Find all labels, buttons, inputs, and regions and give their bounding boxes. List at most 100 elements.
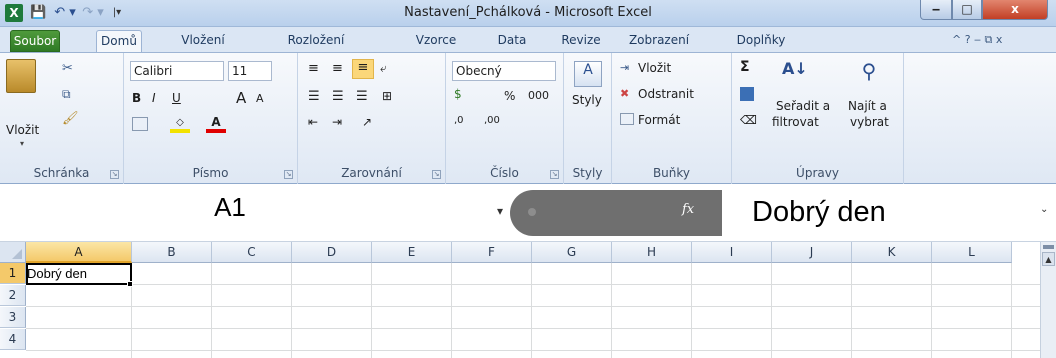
insert-function-icon[interactable]: fx xyxy=(682,202,694,217)
find-select-button-line2[interactable]: vybrat xyxy=(850,115,889,129)
orientation-icon[interactable]: ↗ xyxy=(362,115,372,129)
customize-toolbar-icon[interactable]: |▾ xyxy=(110,5,124,21)
row-header-4[interactable]: 4 xyxy=(0,329,26,350)
border-icon[interactable] xyxy=(132,117,148,131)
merge-center-icon[interactable]: ⊞ xyxy=(382,89,392,103)
copy-icon[interactable]: ⧉ xyxy=(62,87,71,102)
row-header-1[interactable]: 1 xyxy=(0,263,26,284)
save-icon[interactable]: 💾 xyxy=(30,5,46,21)
wrap-text-icon[interactable]: ⤶ xyxy=(380,61,387,76)
vertical-scrollbar[interactable]: ▲ xyxy=(1040,242,1056,358)
tab-file[interactable]: Soubor xyxy=(10,30,60,52)
find-select-button[interactable]: Najít a xyxy=(848,99,887,113)
name-box[interactable]: A1 ▾ xyxy=(0,184,515,241)
number-launcher-icon[interactable]: ↘ xyxy=(550,170,559,179)
align-right-icon[interactable]: ☰ xyxy=(356,89,368,104)
increase-indent-icon[interactable]: ⇥ xyxy=(332,115,342,129)
format-cells-icon[interactable] xyxy=(620,113,634,125)
font-size-select[interactable]: 11 xyxy=(228,61,272,81)
font-color-icon[interactable]: A xyxy=(206,115,226,133)
name-box-value[interactable]: A1 xyxy=(30,192,430,223)
minimize-button[interactable]: ‒ xyxy=(920,0,952,20)
tab-insert[interactable]: Vložení xyxy=(178,30,228,52)
thousands-button[interactable]: 000 xyxy=(528,89,549,102)
italic-button[interactable]: I xyxy=(152,91,156,105)
clipboard-launcher-icon[interactable]: ↘ xyxy=(110,170,119,179)
align-top-icon[interactable]: ≡ xyxy=(308,61,319,76)
worksheet-grid[interactable]: A B C D E F G H I J K L 1 2 3 4 Dobrý den xyxy=(0,242,1040,358)
find-select-icon[interactable]: ⚲ xyxy=(856,59,882,89)
column-header-j[interactable]: J xyxy=(772,242,852,263)
bold-button[interactable]: B xyxy=(132,91,141,105)
increase-decimal-button[interactable]: ,0 xyxy=(454,115,464,126)
format-cells-button[interactable]: Formát xyxy=(638,113,680,127)
decrease-decimal-button[interactable]: ,00 xyxy=(484,115,500,126)
underline-button[interactable]: U xyxy=(172,91,181,105)
fill-handle[interactable] xyxy=(127,281,133,287)
name-box-dropdown-icon[interactable]: ▾ xyxy=(497,204,503,218)
column-header-e[interactable]: E xyxy=(372,242,452,263)
scroll-up-icon[interactable]: ▲ xyxy=(1042,252,1055,266)
close-button[interactable]: x xyxy=(982,0,1048,20)
column-header-f[interactable]: F xyxy=(452,242,532,263)
column-header-d[interactable]: D xyxy=(292,242,372,263)
row-header-3[interactable]: 3 xyxy=(0,307,26,328)
expand-formula-bar-icon[interactable]: ⌄ xyxy=(1040,204,1048,215)
paste-button[interactable]: Vložit xyxy=(6,123,39,137)
sort-filter-button[interactable]: Seřadit a xyxy=(776,99,830,113)
fill-color-icon[interactable]: ◇ xyxy=(170,117,190,133)
insert-cells-icon[interactable]: ⇥ xyxy=(620,61,629,74)
undo-icon[interactable]: ↶ ▾ xyxy=(54,5,76,21)
currency-icon[interactable]: $ xyxy=(454,87,462,101)
tab-home[interactable]: Domů xyxy=(96,30,142,52)
tab-view[interactable]: Zobrazení xyxy=(620,30,698,52)
delete-cells-button[interactable]: Odstranit xyxy=(638,87,694,101)
autosum-button[interactable]: Σ xyxy=(740,59,750,75)
excel-app-icon[interactable]: X xyxy=(5,4,23,22)
sort-filter-icon[interactable]: A↓ xyxy=(782,59,808,89)
font-name-select[interactable]: Calibri xyxy=(130,61,224,81)
delete-cells-icon[interactable]: ✖ xyxy=(620,87,629,100)
grow-font-button[interactable]: A xyxy=(236,89,246,107)
paste-icon[interactable] xyxy=(6,59,36,93)
shrink-font-button[interactable]: A xyxy=(256,92,264,105)
column-header-l[interactable]: L xyxy=(932,242,1012,263)
format-painter-icon[interactable]: 🖌 xyxy=(62,111,79,126)
redo-icon[interactable]: ↷ ▾ xyxy=(82,5,104,21)
number-format-select[interactable]: Obecný xyxy=(452,61,556,81)
decrease-indent-icon[interactable]: ⇤ xyxy=(308,115,318,129)
align-center-icon[interactable]: ☰ xyxy=(332,89,344,104)
fill-icon[interactable] xyxy=(740,87,754,101)
font-launcher-icon[interactable]: ↘ xyxy=(284,170,293,179)
column-header-a[interactable]: A xyxy=(26,242,132,263)
sort-filter-button-line2[interactable]: filtrovat xyxy=(772,115,819,129)
clear-icon[interactable]: ⌫ xyxy=(740,113,757,127)
align-left-icon[interactable]: ☰ xyxy=(308,89,320,104)
tab-addins[interactable]: Doplňky xyxy=(730,30,792,52)
styles-button[interactable]: Styly xyxy=(572,93,602,107)
tab-formulas[interactable]: Vzorce xyxy=(412,30,460,52)
align-bottom-icon[interactable]: ≡ xyxy=(352,59,374,79)
formula-input[interactable]: Dobrý den xyxy=(736,188,1036,236)
percent-button[interactable]: % xyxy=(504,89,515,103)
column-header-i[interactable]: I xyxy=(692,242,772,263)
tab-data[interactable]: Data xyxy=(494,30,530,52)
row-header-2[interactable]: 2 xyxy=(0,285,26,306)
column-header-b[interactable]: B xyxy=(132,242,212,263)
column-header-h[interactable]: H xyxy=(612,242,692,263)
insert-cells-button[interactable]: Vložit xyxy=(638,61,671,75)
cut-icon[interactable]: ✂ xyxy=(62,61,73,76)
tab-page-layout[interactable]: Rozložení stránky xyxy=(266,30,366,68)
tab-review[interactable]: Revize xyxy=(558,30,604,52)
column-header-g[interactable]: G xyxy=(532,242,612,263)
ribbon-window-controls[interactable]: ^ ? ‒ ⧉ x xyxy=(952,33,1002,47)
paste-dropdown-icon[interactable]: ▾ xyxy=(20,139,24,148)
styles-icon[interactable]: A xyxy=(574,61,602,87)
align-middle-icon[interactable]: ≡ xyxy=(332,61,343,76)
column-header-k[interactable]: K xyxy=(852,242,932,263)
maximize-button[interactable]: □ xyxy=(952,0,982,20)
select-all-corner[interactable] xyxy=(0,242,26,263)
split-handle[interactable] xyxy=(1043,245,1054,249)
column-header-c[interactable]: C xyxy=(212,242,292,263)
alignment-launcher-icon[interactable]: ↘ xyxy=(432,170,441,179)
